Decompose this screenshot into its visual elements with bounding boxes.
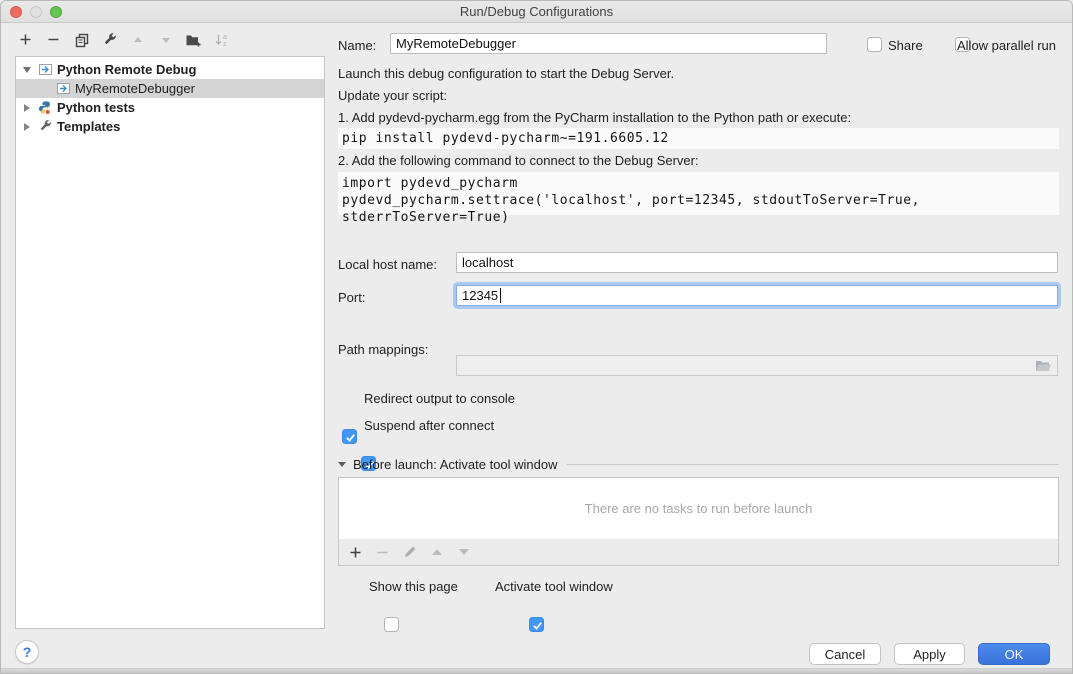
redirect-output-checkbox[interactable] (342, 429, 357, 444)
pip-install-code-block: pip install pydevd-pycharm~=191.6605.12 (338, 128, 1059, 149)
move-down-icon[interactable] (157, 31, 174, 48)
tree-item-myremotedebugger[interactable]: MyRemoteDebugger (16, 79, 324, 98)
activate-tool-window-checkbox[interactable] (529, 617, 544, 632)
activate-tool-window-label: Activate tool window (495, 579, 613, 594)
before-launch-title: Before launch: Activate tool window (353, 457, 558, 472)
move-up-icon[interactable] (429, 545, 444, 560)
minimize-window-button[interactable] (30, 6, 42, 18)
help-question-label: ? (23, 644, 32, 660)
tree-item-python-tests[interactable]: Python tests (16, 98, 324, 117)
code-line: import pydevd_pycharm (338, 175, 1059, 192)
code-line: pydevd_pycharm.settrace('localhost', por… (338, 192, 1059, 226)
chevron-down-icon[interactable] (22, 67, 32, 73)
port-label: Port: (338, 290, 365, 305)
instruction-step1-text: 1. Add pydevd-pycharm.egg from the PyCha… (338, 110, 851, 125)
copy-icon[interactable] (73, 31, 90, 48)
text-caret (500, 288, 501, 303)
local-host-name-input[interactable] (456, 252, 1058, 273)
remove-icon[interactable] (375, 545, 390, 560)
run-config-icon (38, 62, 53, 77)
share-checkbox[interactable] (867, 37, 882, 52)
local-host-name-label: Local host name: (338, 257, 437, 272)
configurations-toolbar: az (17, 31, 230, 48)
cancel-button[interactable]: Cancel (809, 643, 881, 665)
path-mappings-field[interactable] (456, 355, 1058, 376)
empty-task-list-text: There are no tasks to run before launch (585, 501, 813, 516)
configuration-form: Name: Share Allow parallel run Launch th… (338, 23, 1059, 629)
apply-button[interactable]: Apply (894, 643, 965, 665)
new-folder-icon[interactable] (185, 31, 202, 48)
edit-defaults-wrench-icon[interactable] (101, 31, 118, 48)
wrench-icon (38, 119, 53, 134)
tree-item-label: Python Remote Debug (57, 62, 196, 77)
sort-alphabetically-icon[interactable]: az (213, 31, 230, 48)
ok-button[interactable]: OK (978, 643, 1050, 665)
path-mappings-label: Path mappings: (338, 342, 428, 357)
window-title: Run/Debug Configurations (1, 4, 1072, 19)
title-bar: Run/Debug Configurations (1, 1, 1072, 23)
add-icon[interactable] (17, 31, 34, 48)
move-up-icon[interactable] (129, 31, 146, 48)
allow-parallel-run-label: Allow parallel run (957, 38, 1056, 53)
window-bottom-edge (1, 668, 1072, 673)
before-launch-task-list: There are no tasks to run before launch (338, 477, 1059, 540)
tree-item-label: Python tests (57, 100, 135, 115)
svg-text:a: a (223, 34, 227, 41)
add-icon[interactable] (348, 545, 363, 560)
show-this-page-checkbox[interactable] (384, 617, 399, 632)
python-tests-icon (38, 100, 53, 115)
move-down-icon[interactable] (456, 545, 471, 560)
share-label: Share (888, 38, 923, 53)
close-window-button[interactable] (10, 6, 22, 18)
settrace-code-block: import pydevd_pycharm pydevd_pycharm.set… (338, 172, 1059, 215)
run-debug-configurations-dialog: Run/Debug Configurations az Python Remot… (0, 0, 1073, 674)
name-label: Name: (338, 38, 376, 53)
chevron-right-icon[interactable] (22, 104, 32, 112)
tree-item-templates[interactable]: Templates (16, 117, 324, 136)
browse-folder-icon[interactable] (1035, 359, 1052, 376)
svg-text:z: z (223, 41, 227, 48)
instruction-launch-text: Launch this debug configuration to start… (338, 66, 674, 81)
edit-pencil-icon[interactable] (402, 545, 417, 560)
name-input[interactable] (390, 33, 827, 54)
tree-item-python-remote-debug[interactable]: Python Remote Debug (16, 60, 324, 79)
section-divider (567, 464, 1059, 465)
instruction-step2-text: 2. Add the following command to connect … (338, 153, 699, 168)
show-this-page-label: Show this page (369, 579, 458, 594)
code-line: pip install pydevd-pycharm~=191.6605.12 (338, 128, 1059, 149)
before-launch-header[interactable]: Before launch: Activate tool window (338, 457, 1059, 472)
remove-icon[interactable] (45, 31, 62, 48)
suspend-after-connect-label: Suspend after connect (364, 418, 494, 433)
instruction-update-text: Update your script: (338, 88, 447, 103)
chevron-down-icon (338, 462, 346, 467)
tree-item-label: Templates (57, 119, 120, 134)
configurations-tree: Python Remote Debug MyRemoteDebugger Pyt… (15, 56, 325, 629)
chevron-right-icon[interactable] (22, 123, 32, 131)
tree-item-label: MyRemoteDebugger (75, 81, 195, 96)
port-input[interactable] (456, 285, 1058, 306)
redirect-output-label: Redirect output to console (364, 391, 515, 406)
before-launch-toolbar (338, 539, 1059, 566)
zoom-window-button[interactable] (50, 6, 62, 18)
help-button[interactable]: ? (15, 640, 39, 664)
run-config-icon (56, 81, 71, 96)
